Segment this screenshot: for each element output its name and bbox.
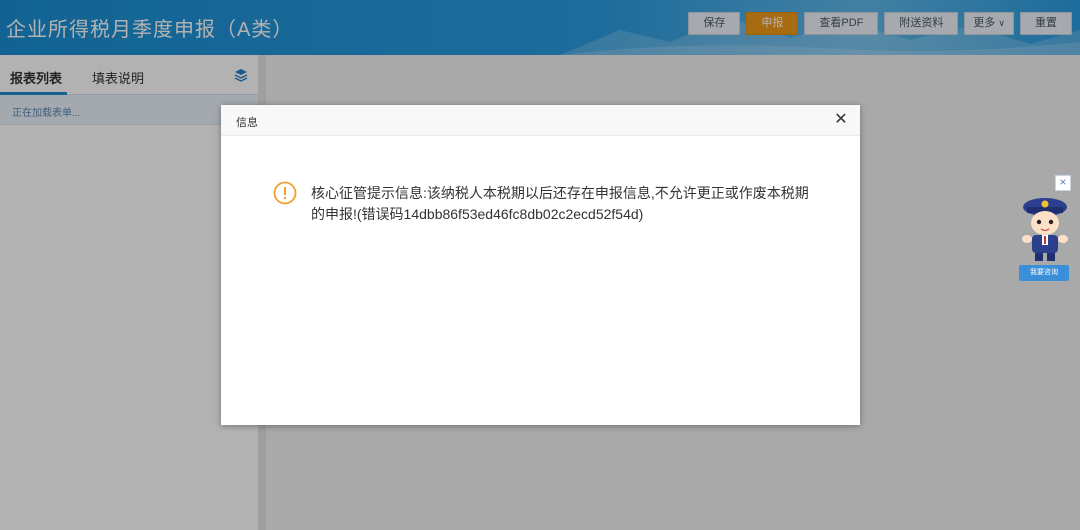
close-icon[interactable]: ✕ bbox=[834, 112, 848, 128]
assistant-mascot-icon[interactable] bbox=[1016, 191, 1074, 265]
dialog-body: 核心征管提示信息:该纳税人本税期以后还存在申报信息,不允许更正或作废本税期的申报… bbox=[221, 136, 860, 425]
info-dialog: 信息 ✕ 核心征管提示信息:该纳税人本税期以后还存在申报信息,不允许更正或作废本… bbox=[221, 105, 860, 425]
assistant-widget: × 我要咨询 bbox=[1014, 173, 1076, 285]
assistant-close-icon[interactable]: × bbox=[1055, 175, 1071, 191]
consult-button[interactable]: 我要咨询 bbox=[1019, 265, 1069, 281]
dialog-title: 信息 bbox=[236, 117, 258, 129]
warning-icon bbox=[273, 181, 297, 205]
dialog-message: 核心征管提示信息:该纳税人本税期以后还存在申报信息,不允许更正或作废本税期的申报… bbox=[311, 185, 809, 222]
dialog-header: 信息 ✕ bbox=[221, 105, 860, 136]
